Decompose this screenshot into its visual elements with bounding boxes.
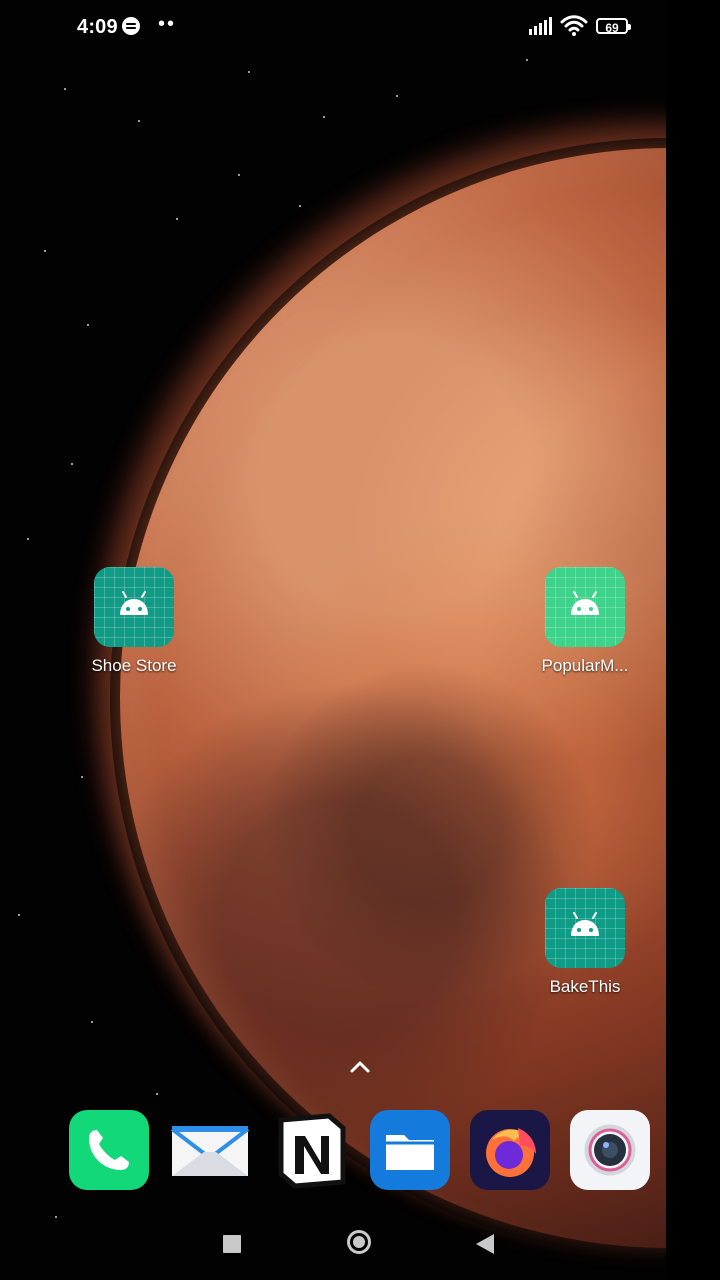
app-label: BakeThis [549,977,621,996]
firefox-icon [486,1128,536,1177]
signal-icon [529,17,553,35]
more-icon: •• [158,13,177,35]
phone-app[interactable] [69,1110,149,1190]
android-icon [94,567,174,647]
app-label: Shoe Store [91,656,177,675]
wallpaper-edge-shadow [666,0,720,1280]
app-label: PopularM... [541,656,629,675]
status-bar: 4:09 •• 69 [0,0,720,54]
camera-icon [584,1124,636,1176]
back-icon[interactable] [476,1234,494,1254]
dock [0,1110,720,1192]
firefox-app[interactable] [470,1110,550,1190]
recent-apps-icon[interactable] [223,1235,241,1253]
files-app[interactable] [370,1110,450,1190]
status-time: 4:09 [77,16,118,38]
notion-icon [278,1113,346,1189]
notion-app[interactable] [271,1110,351,1190]
navigation-bar [0,1220,720,1264]
app-popular-movies[interactable]: PopularM... [530,567,640,676]
app-shoe-store[interactable]: Shoe Store [79,567,189,676]
app-bakethis[interactable]: BakeThis [530,888,640,997]
spotify-icon [122,17,140,35]
phone-icon [89,1130,129,1170]
android-icon [545,567,625,647]
android-icon [545,888,625,968]
mail-app[interactable] [170,1110,250,1190]
battery-icon: 69 [596,18,631,35]
mail-icon [170,1126,250,1176]
app-drawer-chevron-icon[interactable] [349,1059,371,1075]
wifi-icon [560,15,588,36]
folder-icon [386,1135,434,1170]
home-icon[interactable] [347,1230,371,1254]
camera-app[interactable] [570,1110,650,1190]
